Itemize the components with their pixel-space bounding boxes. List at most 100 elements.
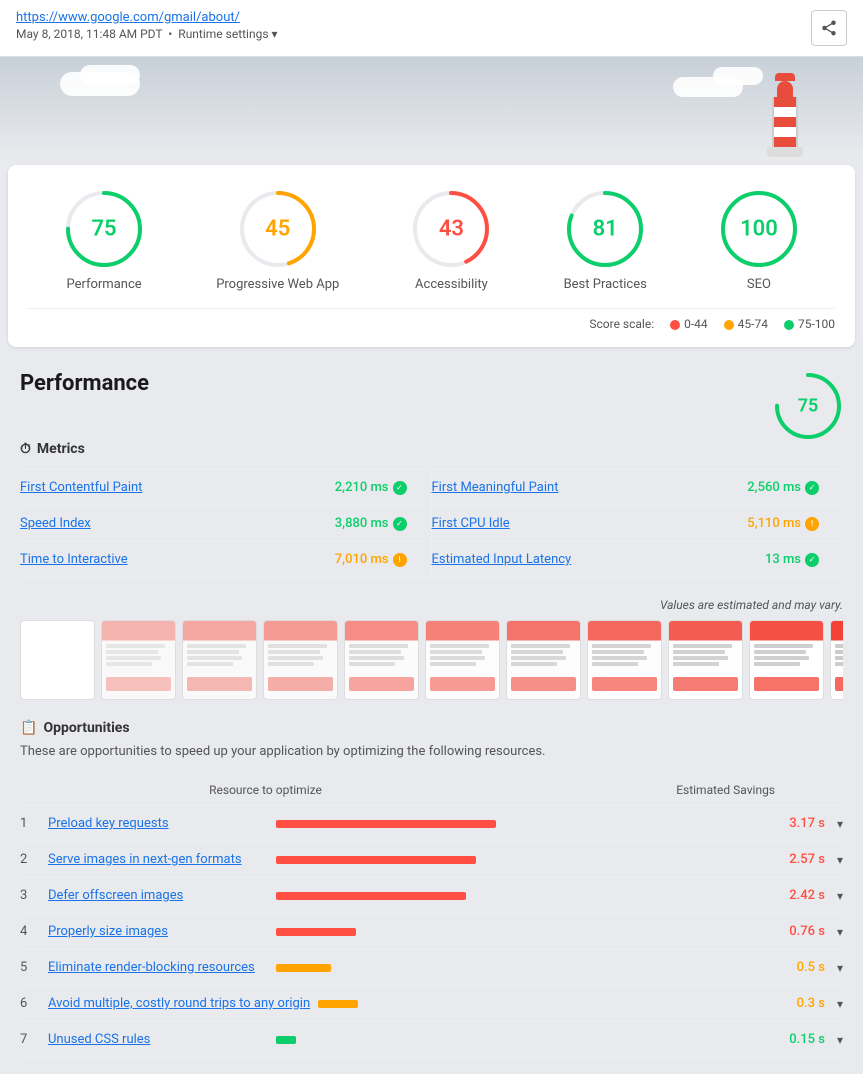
expand-chevron[interactable]: ▾ bbox=[837, 889, 843, 903]
opportunities-label: 📋 Opportunities bbox=[20, 720, 843, 736]
opp-name[interactable]: Properly size images bbox=[48, 924, 268, 939]
opp-name[interactable]: Defer offscreen images bbox=[48, 888, 268, 903]
opp-num: 5 bbox=[20, 960, 40, 975]
metric-name[interactable]: First Contentful Paint bbox=[20, 480, 142, 495]
opportunity-row: 4 Properly size images 0.76 s ▾ bbox=[20, 914, 843, 950]
filmstrip-frame bbox=[830, 620, 843, 700]
opportunities-section: 📋 Opportunities These are opportunities … bbox=[20, 720, 843, 1058]
opp-savings: 2.57 s bbox=[775, 852, 825, 867]
metric-status: ! bbox=[393, 553, 407, 567]
scale-orange: 45-74 bbox=[724, 317, 768, 331]
page-url[interactable]: https://www.google.com/gmail/about/ bbox=[16, 10, 278, 25]
opportunity-row: 2 Serve images in next-gen formats 2.57 … bbox=[20, 842, 843, 878]
opp-name[interactable]: Eliminate render-blocking resources bbox=[48, 960, 268, 975]
metric-status: ! bbox=[805, 517, 819, 531]
col-savings: Estimated Savings bbox=[511, 783, 811, 797]
opp-num: 2 bbox=[20, 852, 40, 867]
scale-red: 0-44 bbox=[670, 317, 708, 331]
vary-note: Values are estimated and may vary. bbox=[20, 598, 843, 612]
metric-value: 2,210 ms ✓ bbox=[335, 480, 407, 495]
expand-chevron[interactable]: ▾ bbox=[837, 853, 843, 867]
score-item-pwa[interactable]: 45 Progressive Web App bbox=[216, 189, 339, 292]
metric-row: First Meaningful Paint 2,560 ms ✓ bbox=[432, 470, 844, 506]
opportunity-row: 7 Unused CSS rules 0.15 s ▾ bbox=[20, 1022, 843, 1058]
expand-chevron[interactable]: ▾ bbox=[837, 961, 843, 975]
metric-row: Speed Index 3,880 ms ✓ bbox=[20, 506, 432, 542]
filmstrip-frame bbox=[506, 620, 581, 700]
metric-name[interactable]: First Meaningful Paint bbox=[432, 480, 559, 495]
metric-name[interactable]: Time to Interactive bbox=[20, 552, 128, 567]
opp-bar bbox=[276, 856, 476, 864]
score-item-performance[interactable]: 75 Performance bbox=[64, 189, 144, 292]
expand-chevron[interactable]: ▾ bbox=[837, 817, 843, 831]
opp-savings: 3.17 s bbox=[775, 816, 825, 831]
scores-card: 75 Performance 45 Progressive Web App 43… bbox=[8, 165, 855, 347]
score-item-seo[interactable]: 100 SEO bbox=[719, 189, 799, 292]
metric-row: First Contentful Paint 2,210 ms ✓ bbox=[20, 470, 432, 506]
metrics-label: ⏱ Metrics bbox=[20, 441, 843, 457]
opportunities-table-header: Resource to optimize Estimated Savings bbox=[20, 775, 843, 806]
filmstrip-frame bbox=[587, 620, 662, 700]
opportunity-row: 1 Preload key requests 3.17 s ▾ bbox=[20, 806, 843, 842]
filmstrip-frame bbox=[263, 620, 338, 700]
expand-chevron[interactable]: ▾ bbox=[837, 997, 843, 1011]
share-button[interactable] bbox=[811, 10, 847, 46]
metric-row: Time to Interactive 7,010 ms ! bbox=[20, 542, 432, 578]
scale-label: Score scale: bbox=[589, 317, 654, 331]
scale-green: 75-100 bbox=[784, 317, 835, 331]
opp-bar bbox=[276, 964, 331, 972]
opp-num: 1 bbox=[20, 816, 40, 831]
opp-bar bbox=[318, 1000, 358, 1008]
metric-name[interactable]: Speed Index bbox=[20, 516, 91, 531]
opp-num: 6 bbox=[20, 996, 40, 1011]
expand-chevron[interactable]: ▾ bbox=[837, 925, 843, 939]
filmstrip-frame bbox=[101, 620, 176, 700]
opp-bar-container bbox=[276, 892, 767, 900]
score-item-best-practices[interactable]: 81 Best Practices bbox=[564, 189, 647, 292]
performance-header: Performance 75 bbox=[20, 371, 843, 441]
metrics-grid: First Contentful Paint 2,210 ms ✓ First … bbox=[20, 469, 843, 578]
metric-value: 5,110 ms ! bbox=[747, 516, 819, 531]
filmstrip-frame bbox=[344, 620, 419, 700]
metric-name[interactable]: Estimated Input Latency bbox=[432, 552, 572, 567]
filmstrip-frame bbox=[425, 620, 500, 700]
opportunity-row: 6 Avoid multiple, costly round trips to … bbox=[20, 986, 843, 1022]
runtime-settings-link[interactable]: Runtime settings ▾ bbox=[178, 27, 277, 41]
opp-bar-container bbox=[318, 1000, 767, 1008]
metric-name[interactable]: First CPU Idle bbox=[432, 516, 510, 531]
gauge-best-practices: 81 bbox=[565, 189, 645, 269]
opp-bar-container bbox=[276, 964, 767, 972]
metric-row: First CPU Idle 5,110 ms ! bbox=[432, 506, 844, 542]
opportunity-row: 3 Defer offscreen images 2.42 s ▾ bbox=[20, 878, 843, 914]
page-meta: May 8, 2018, 11:48 AM PDT • Runtime sett… bbox=[16, 27, 278, 41]
opp-num: 7 bbox=[20, 1032, 40, 1047]
opp-name[interactable]: Serve images in next-gen formats bbox=[48, 852, 268, 867]
opportunities-icon: 📋 bbox=[20, 720, 37, 736]
filmstrip-frame bbox=[182, 620, 257, 700]
scale-row: Score scale: 0-44 45-74 75-100 bbox=[28, 308, 835, 331]
filmstrip-frame bbox=[749, 620, 824, 700]
gauge-performance: 75 bbox=[64, 189, 144, 269]
opp-bar-container bbox=[276, 928, 767, 936]
metric-status: ✓ bbox=[805, 481, 819, 495]
opp-bar bbox=[276, 928, 356, 936]
scores-row: 75 Performance 45 Progressive Web App 43… bbox=[28, 189, 835, 292]
opportunities-list: 1 Preload key requests 3.17 s ▾ 2 Serve … bbox=[20, 806, 843, 1058]
opp-name[interactable]: Unused CSS rules bbox=[48, 1032, 268, 1047]
opp-savings: 0.76 s bbox=[775, 924, 825, 939]
opp-bar-container bbox=[276, 820, 767, 828]
opp-name[interactable]: Preload key requests bbox=[48, 816, 268, 831]
metric-value: 13 ms ✓ bbox=[765, 552, 819, 567]
opp-bar-container bbox=[276, 856, 767, 864]
performance-score-gauge: 75 bbox=[773, 371, 843, 441]
filmstrip bbox=[20, 620, 843, 700]
opp-name[interactable]: Avoid multiple, costly round trips to an… bbox=[48, 996, 310, 1011]
lighthouse-graphic bbox=[767, 81, 803, 157]
expand-chevron[interactable]: ▾ bbox=[837, 1033, 843, 1047]
performance-title: Performance bbox=[20, 371, 149, 396]
col-resource: Resource to optimize bbox=[20, 783, 511, 797]
main-content: Performance 75 ⏱ Metrics First Contentfu… bbox=[0, 355, 863, 1074]
gauge-pwa: 45 bbox=[238, 189, 318, 269]
score-item-accessibility[interactable]: 43 Accessibility bbox=[411, 189, 491, 292]
filmstrip-frame bbox=[668, 620, 743, 700]
